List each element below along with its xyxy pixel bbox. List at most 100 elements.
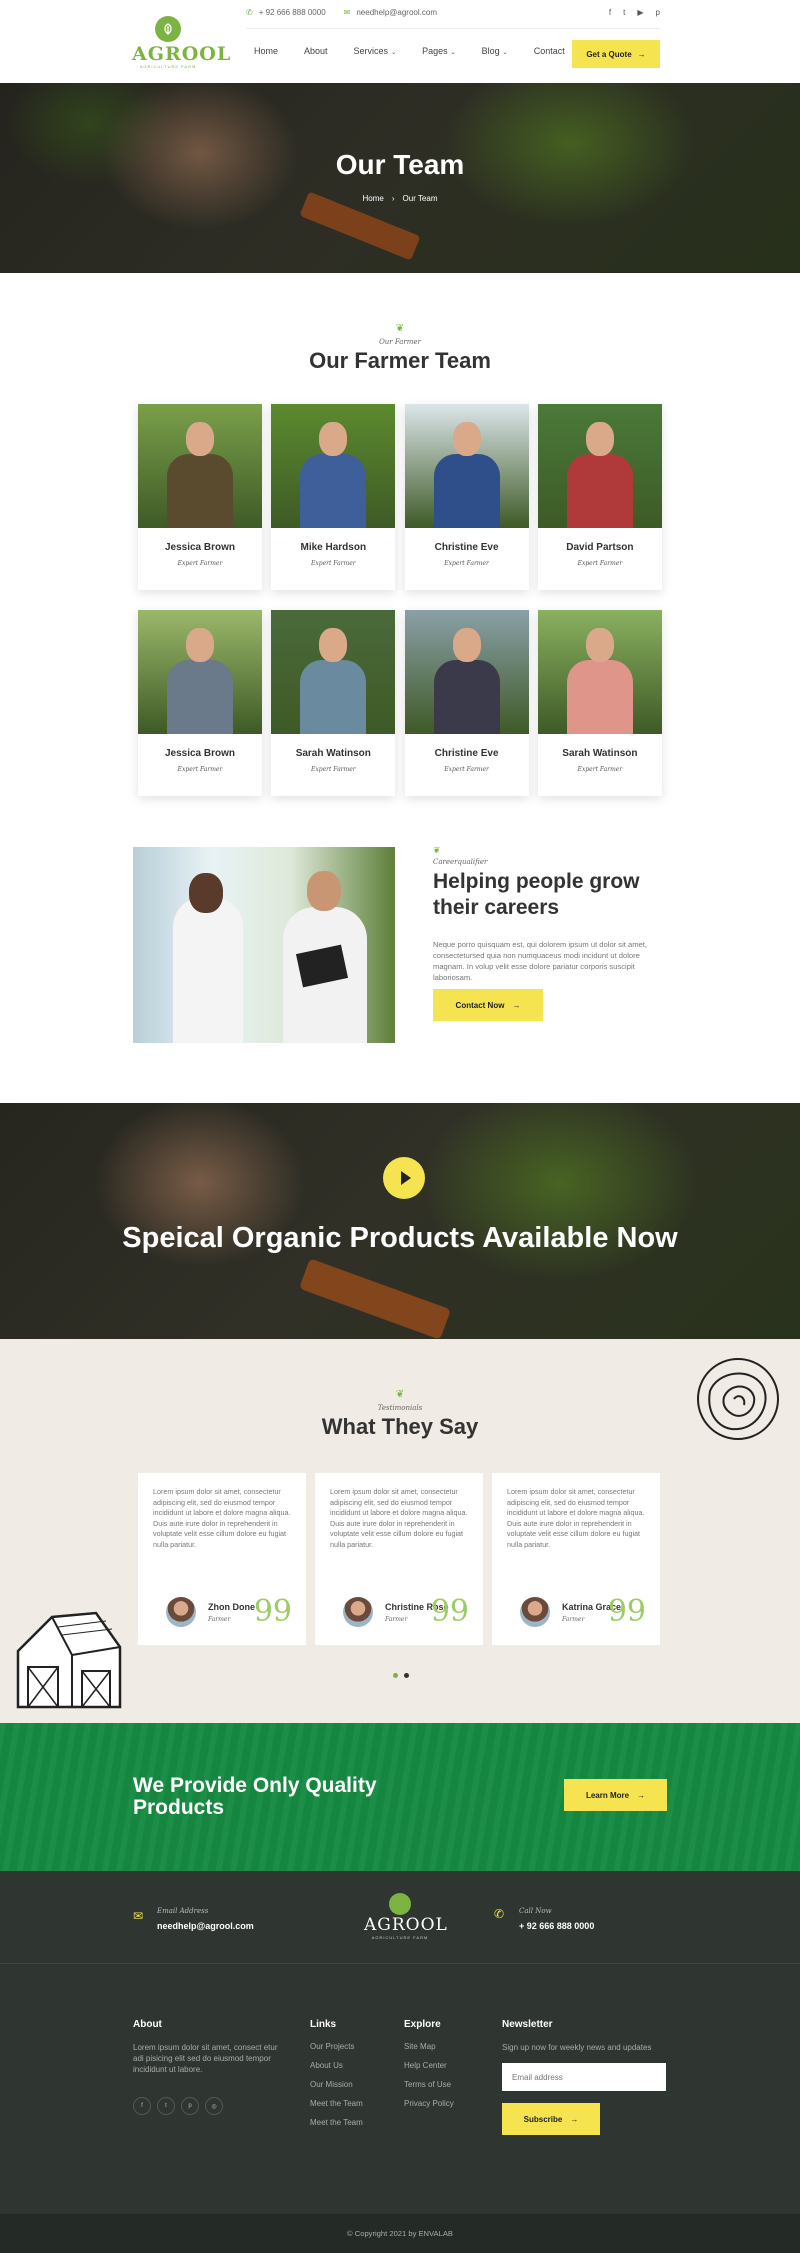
footer-link[interactable]: Terms of Use (404, 2080, 454, 2089)
barn-illustration (16, 1611, 122, 1709)
team-member-card[interactable]: Christine Eve Expert Farmer (404, 404, 529, 590)
team-member-role: Expert Farmer (577, 766, 623, 773)
instagram-icon[interactable]: ◎ (205, 2097, 223, 2115)
play-button[interactable] (383, 1157, 425, 1199)
page: AGROOL AGRICULTURE FARM ✆ + 92 666 888 00… (0, 0, 800, 2253)
topbar-phone[interactable]: ✆ + 92 666 888 0000 (246, 8, 326, 17)
avatar (343, 1597, 373, 1627)
learn-more-button[interactable]: Learn More → (564, 1779, 667, 1811)
footer-link[interactable]: Privacy Policy (404, 2099, 454, 2108)
facebook-icon[interactable]: f (609, 8, 611, 17)
footer-link[interactable]: Meet the Team (310, 2118, 363, 2127)
nav-home[interactable]: Home (254, 46, 278, 56)
header-divider (246, 28, 660, 29)
newsletter-email-input[interactable] (502, 2063, 666, 2091)
arrow-right-icon: → (637, 49, 646, 59)
carousel-dots (393, 1673, 409, 1678)
team-member-card[interactable]: Mike Hardson Expert Farmer (271, 404, 396, 590)
testimonial-card: Lorem ipsum dolor sit amet, consectetur … (315, 1473, 483, 1645)
footer-links: Links Our Projects About Us Our Mission … (310, 2019, 363, 2127)
team-subtitle: Our Farmer (379, 338, 421, 346)
get-quote-button[interactable]: Get a Quote → (572, 40, 660, 68)
copyright-text: © Copyright 2021 by ENVALAB (347, 2229, 453, 2238)
team-member-role: Expert Farmer (177, 560, 223, 567)
team-member-card[interactable]: Sarah Watinson Expert Farmer (537, 610, 662, 796)
youtube-icon[interactable]: ▶ (637, 8, 643, 17)
page-title: Our Team (335, 149, 465, 180)
team-member-photo (271, 404, 396, 528)
footer-about-text: Lorem ipsum dolor sit amet, consect etur… (133, 2043, 278, 2074)
facebook-icon[interactable]: f (133, 2097, 151, 2115)
testimonials-title: What They Say (321, 1414, 479, 1439)
topbar-contact: ✆ + 92 666 888 0000 ✉ needhelp@agrool.com (246, 8, 437, 17)
careers-paragraph: Neque porro quisquam est, qui dolorem ip… (433, 940, 647, 982)
lettuce-illustration (697, 1358, 779, 1440)
carousel-dot-1[interactable] (393, 1673, 398, 1678)
footer-phone[interactable]: + 92 666 888 0000 (519, 1921, 594, 1931)
nav-pages[interactable]: Pages ⌄ (422, 46, 456, 56)
twitter-icon[interactable]: t (623, 8, 625, 17)
team-heading: ❦ Our Farmer Our Farmer Team (0, 323, 800, 374)
team-member-card[interactable]: Christine Eve Expert Farmer (404, 610, 529, 796)
sprout-icon: ❦ (395, 323, 405, 334)
scientists-image (133, 847, 395, 1043)
team-member-card[interactable]: Jessica Brown Expert Farmer (138, 404, 262, 590)
testimonial-role: Farmer (385, 1616, 408, 1623)
footer-link[interactable]: Our Mission (310, 2080, 363, 2089)
team-member-photo (138, 610, 262, 734)
team-member-name: David Partson (566, 542, 634, 553)
footer-link[interactable]: Meet the Team (310, 2099, 363, 2108)
team-member-card[interactable]: David Partson Expert Farmer (537, 404, 662, 590)
footer-link[interactable]: Help Center (404, 2061, 454, 2070)
carousel-dot-2[interactable] (404, 1673, 409, 1678)
topbar-email[interactable]: ✉ needhelp@agrool.com (344, 8, 437, 17)
footer-logo[interactable]: AGROOL AGRICULTURE FARM (364, 1893, 447, 1940)
team-member-name: Christine Eve (434, 748, 499, 759)
newsletter-text: Sign up now for weekly news and updates (502, 2043, 652, 2052)
header-social: f t ▶ p (609, 8, 660, 17)
site-header: AGROOL AGRICULTURE FARM ✆ + 92 666 888 00… (0, 0, 800, 83)
team-member-photo (537, 404, 662, 528)
pinterest-icon[interactable]: p (656, 8, 660, 17)
cta-banner: We Provide Only Quality Products Learn M… (0, 1723, 800, 1871)
nav-services[interactable]: Services ⌄ (354, 46, 397, 56)
team-member-photo (537, 610, 662, 734)
quote-icon: 99 (253, 1594, 292, 1629)
chevron-down-icon: ⌄ (450, 50, 456, 56)
twitter-icon[interactable]: t (157, 2097, 175, 2115)
testimonials-section: ❦ Testimonials What They Say Lorem ipsum… (0, 1339, 800, 1723)
nav-blog[interactable]: Blog ⌄ (482, 46, 508, 56)
team-member-photo (404, 404, 529, 528)
video-section: Speical Organic Products Available Now (0, 1103, 800, 1339)
page-hero: Our Team Home › Our Team (0, 83, 800, 273)
video-title: Speical Organic Products Available Now (122, 1222, 678, 1254)
pinterest-icon[interactable]: p (181, 2097, 199, 2115)
footer-link[interactable]: About Us (310, 2061, 363, 2070)
footer-link[interactable]: Site Map (404, 2042, 454, 2051)
subscribe-button[interactable]: Subscribe → (502, 2103, 600, 2135)
nav-contact[interactable]: Contact (534, 46, 565, 56)
main-nav: Home About Services ⌄ Pages ⌄ Blog ⌄ Contac… (254, 46, 565, 56)
breadcrumb-home[interactable]: Home (363, 194, 384, 203)
arrow-right-icon: → (570, 2114, 579, 2124)
mail-icon: ✉ (133, 1909, 144, 1923)
logo-name: AGROOL (132, 43, 232, 65)
team-member-name: Sarah Watinson (295, 748, 371, 759)
footer-email-label: Email Address (157, 1907, 209, 1915)
logo-tagline: AGRICULTURE FARM (139, 64, 197, 69)
footer-link[interactable]: Our Projects (310, 2042, 363, 2051)
careers-subtitle: Careerqualifier (433, 858, 488, 866)
team-member-card[interactable]: Sarah Watinson Expert Farmer (271, 610, 396, 796)
logo[interactable]: AGROOL AGRICULTURE FARM (132, 16, 232, 69)
quote-icon: 99 (607, 1594, 646, 1629)
contact-now-button[interactable]: Contact Now → (433, 989, 543, 1021)
chevron-down-icon: ⌄ (391, 50, 397, 56)
footer-email[interactable]: needhelp@agrool.com (157, 1921, 254, 1931)
chevron-down-icon: ⌄ (502, 50, 508, 56)
nav-about[interactable]: About (304, 46, 328, 56)
testimonial-text: Lorem ipsum dolor sit amet, consectetur … (153, 1487, 291, 1549)
cta-title: We Provide Only Quality Products (133, 1774, 377, 1819)
footer-social: f t p ◎ (133, 2097, 283, 2115)
footer-newsletter: Newsletter Sign up now for weekly news a… (502, 2019, 672, 2135)
team-member-card[interactable]: Jessica Brown Expert Farmer (138, 610, 262, 796)
